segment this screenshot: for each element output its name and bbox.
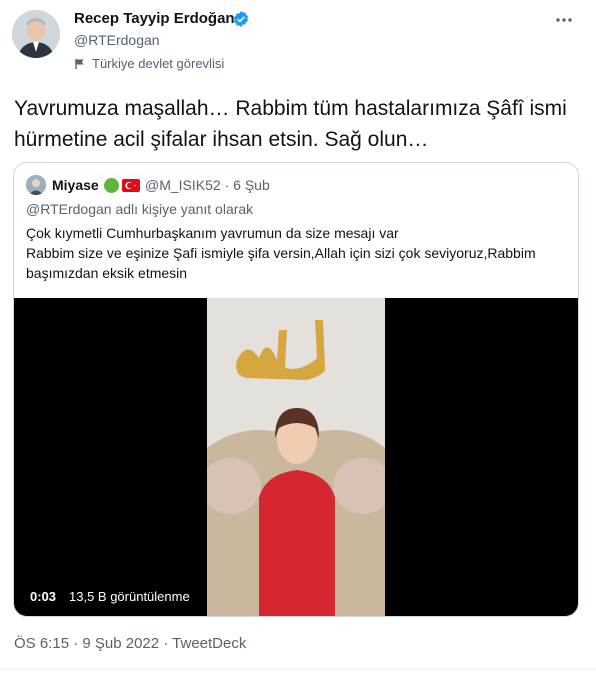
turkey-flag-icon <box>122 179 140 192</box>
divider <box>0 668 596 669</box>
quoted-handle-date: @M_ISIK52 · 6 Şub <box>145 177 270 193</box>
author-avatar[interactable] <box>12 10 60 58</box>
video-player[interactable]: 0:03 13,5 B görüntülenme <box>14 298 578 616</box>
tweet-text: Yavrumuza maşallah… Rabbim tüm hastaları… <box>14 97 567 151</box>
quoted-separator: · <box>224 177 230 193</box>
quoted-avatar[interactable] <box>26 175 46 195</box>
author-name[interactable]: Recep Tayyip Erdoğan <box>74 10 235 27</box>
video-frame <box>207 298 385 616</box>
green-circle-icon <box>104 178 119 193</box>
flag-icon <box>75 58 84 69</box>
tweet: Recep Tayyip Erdoğan @RTErdogan Türkiye … <box>0 0 596 673</box>
quoted-line: Çok kıymetli Cumhurbaşkanım yavrumun da … <box>26 225 399 241</box>
verified-icon <box>233 11 249 27</box>
quoted-line: Rabbim size ve eşinize Şafi ismiyle şifa… <box>26 245 536 281</box>
more-button[interactable] <box>552 8 576 32</box>
account-label-text: Türkiye devlet görevlisi <box>92 56 225 71</box>
video-views: 13,5 B görüntülenme <box>69 589 190 604</box>
video-time: 0:03 <box>30 589 57 604</box>
tweet-meta[interactable]: ÖS 6:15 · 9 Şub 2022 · TweetDeck <box>14 635 246 652</box>
quoted-date[interactable]: 6 Şub <box>233 177 270 193</box>
reply-context: @RTErdogan adlı kişiye yanıt olarak <box>26 201 254 217</box>
author-handle[interactable]: @RTErdogan <box>74 32 160 48</box>
quoted-handle[interactable]: @M_ISIK52 <box>145 177 221 193</box>
quoted-tweet[interactable]: Miyase @M_ISIK52 · 6 Şub @RTErdogan adlı… <box>13 162 579 617</box>
account-label: Türkiye devlet görevlisi <box>74 56 224 71</box>
more-icon <box>556 18 572 22</box>
quoted-name[interactable]: Miyase <box>52 177 99 193</box>
quoted-text: Çok kıymetli Cumhurbaşkanım yavrumun da … <box>26 223 571 283</box>
